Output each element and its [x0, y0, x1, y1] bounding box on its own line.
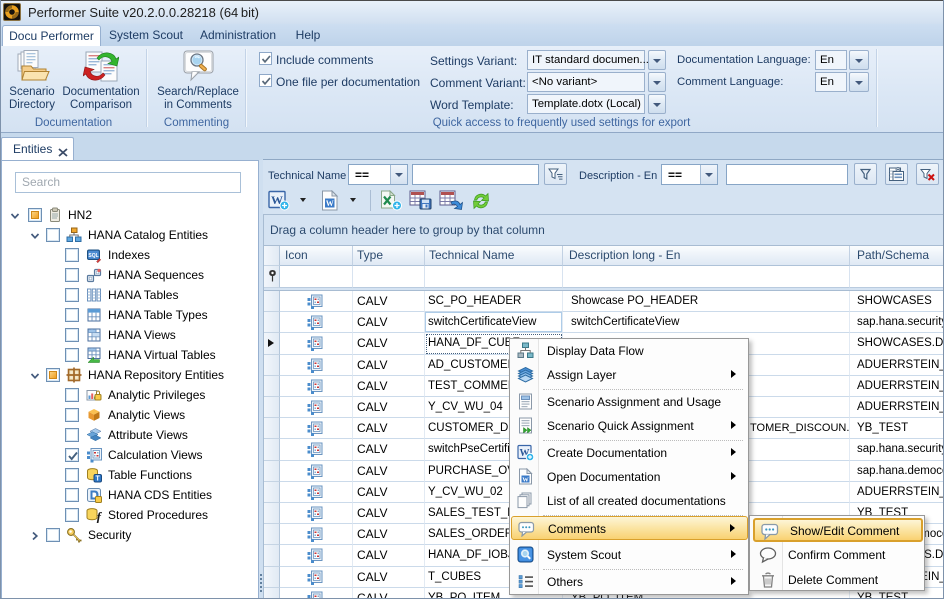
- svg-text:W: W: [326, 199, 334, 208]
- svg-text:f: f: [97, 509, 102, 523]
- svg-text:W: W: [522, 476, 529, 483]
- svg-text:T: T: [96, 476, 101, 483]
- svg-text:SQL: SQL: [88, 253, 98, 259]
